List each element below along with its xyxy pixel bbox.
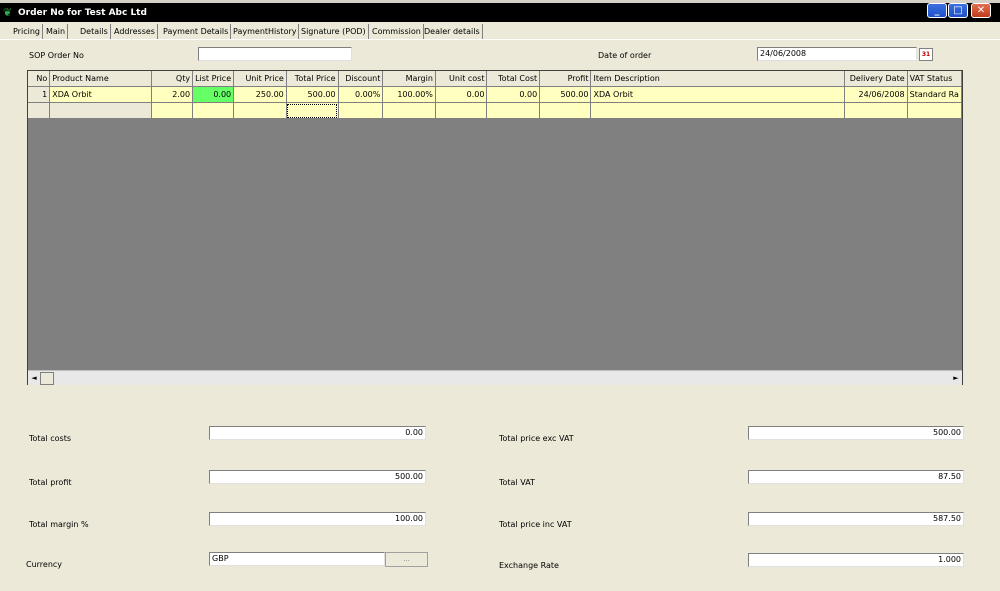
- col-header-discount[interactable]: Discount: [338, 71, 384, 87]
- price-exc-vat-label: Total price exc VAT: [499, 434, 574, 443]
- cell-product-name[interactable]: XDA Orbit: [49, 86, 152, 103]
- total-vat-label: Total VAT: [499, 478, 535, 487]
- cell-no: 1: [28, 86, 51, 103]
- cell-discount[interactable]: [338, 102, 384, 119]
- cell-unit-cost[interactable]: 0.00: [435, 86, 488, 103]
- col-header-unit-cost[interactable]: Unit cost: [435, 71, 488, 87]
- cell-list-price[interactable]: 0.00: [192, 86, 235, 103]
- tab-payment-history[interactable]: PaymentHistory: [231, 24, 300, 39]
- col-header-item-description[interactable]: Item Description: [590, 71, 845, 87]
- total-profit-label: Total profit: [29, 478, 72, 487]
- scroll-thumb[interactable]: [40, 372, 54, 385]
- cell-list-price[interactable]: [192, 102, 235, 119]
- calendar-icon[interactable]: 31: [919, 48, 933, 61]
- price-inc-vat-field[interactable]: 587.50: [748, 512, 964, 526]
- tab-signature-pod[interactable]: Signature (POD): [299, 24, 369, 39]
- col-header-vat-status[interactable]: VAT Status: [907, 71, 962, 87]
- total-profit-field[interactable]: 500.00: [209, 470, 426, 484]
- currency-field[interactable]: GBP: [209, 552, 385, 566]
- date-of-order-label: Date of order: [598, 51, 652, 60]
- price-inc-vat-label: Total price inc VAT: [499, 520, 572, 529]
- col-header-list-price[interactable]: List Price: [192, 71, 235, 87]
- cell-total-cost[interactable]: 0.00: [486, 86, 541, 103]
- cell-unit-price[interactable]: [233, 102, 287, 119]
- horizontal-scrollbar[interactable]: ◄ ►: [28, 370, 962, 385]
- scroll-left-icon[interactable]: ◄: [28, 372, 40, 384]
- cell-delivery-date[interactable]: [844, 102, 908, 119]
- total-margin-label: Total margin %: [29, 520, 89, 529]
- cell-vat-status[interactable]: Standard Ra: [907, 86, 962, 103]
- cell-profit[interactable]: 500.00: [539, 86, 592, 103]
- cell-total-cost[interactable]: [486, 102, 541, 119]
- tab-details[interactable]: Details: [78, 24, 111, 39]
- cell-no: [28, 102, 51, 119]
- cell-unit-price[interactable]: 250.00: [233, 86, 287, 103]
- cell-margin[interactable]: [382, 102, 436, 119]
- col-header-product-name[interactable]: Product Name: [49, 71, 152, 87]
- col-header-profit[interactable]: Profit: [539, 71, 592, 87]
- exchange-rate-label: Exchange Rate: [499, 561, 559, 570]
- total-margin-field[interactable]: 100.00: [209, 512, 426, 526]
- total-costs-field[interactable]: 0.00: [209, 426, 426, 440]
- date-of-order-input[interactable]: 24/06/2008: [757, 47, 917, 61]
- window-title: Order No for Test Abc Ltd: [18, 8, 147, 18]
- scroll-right-icon[interactable]: ►: [950, 372, 962, 384]
- cell-profit[interactable]: [539, 102, 592, 119]
- col-header-unit-price[interactable]: Unit Price: [233, 71, 287, 87]
- price-exc-vat-field[interactable]: 500.00: [748, 426, 964, 440]
- exchange-rate-field[interactable]: 1.000: [748, 553, 964, 567]
- cell-discount[interactable]: 0.00%: [338, 86, 384, 103]
- title-bar: ❦ Order No for Test Abc Ltd _ □ ✕: [0, 0, 1000, 22]
- tab-payment-details[interactable]: Payment Details: [161, 24, 232, 39]
- col-header-total-cost[interactable]: Total Cost: [486, 71, 541, 87]
- order-lines-table: No Product Name Qty List Price Unit Pric…: [28, 71, 962, 119]
- cell-qty[interactable]: [151, 102, 194, 119]
- total-costs-label: Total costs: [29, 434, 71, 443]
- cell-item-description[interactable]: XDA Orbit: [590, 86, 845, 103]
- total-vat-field[interactable]: 87.50: [748, 470, 964, 484]
- cell-unit-cost[interactable]: [435, 102, 488, 119]
- sop-order-input[interactable]: [198, 47, 352, 61]
- cell-total-price[interactable]: [286, 102, 339, 119]
- table-row[interactable]: 1 XDA Orbit 2.00 0.00 250.00 500.00 0.00…: [28, 86, 962, 103]
- tab-addresses[interactable]: Addresses: [112, 24, 158, 39]
- cell-total-price[interactable]: 500.00: [286, 86, 339, 103]
- col-header-delivery-date[interactable]: Delivery Date: [844, 71, 908, 87]
- tab-pricing[interactable]: Pricing: [11, 24, 43, 39]
- order-lines-grid: No Product Name Qty List Price Unit Pric…: [27, 70, 963, 385]
- cell-margin[interactable]: 100.00%: [382, 86, 436, 103]
- currency-label: Currency: [26, 560, 63, 569]
- cell-qty[interactable]: 2.00: [151, 86, 194, 103]
- currency-browse-button[interactable]: ...: [385, 552, 428, 567]
- maximize-button[interactable]: □: [948, 3, 968, 18]
- tab-strip: Pricing Main Details Addresses Payment D…: [0, 24, 1000, 39]
- sop-order-label: SOP Order No: [29, 51, 84, 60]
- col-header-qty[interactable]: Qty: [151, 71, 194, 87]
- tab-main[interactable]: Main: [44, 24, 69, 39]
- cell-delivery-date[interactable]: 24/06/2008: [844, 86, 908, 103]
- app-leaf-icon: ❦: [3, 6, 13, 19]
- cell-item-description[interactable]: [590, 102, 845, 119]
- tab-dealer-details[interactable]: Dealer details: [422, 24, 483, 39]
- close-button[interactable]: ✕: [971, 3, 991, 18]
- tab-commission[interactable]: Commission: [370, 24, 424, 39]
- cell-product-name[interactable]: [49, 102, 152, 119]
- minimize-button[interactable]: _: [927, 3, 947, 18]
- grid-header-row: No Product Name Qty List Price Unit Pric…: [28, 71, 962, 87]
- tab-divider: [0, 39, 1000, 40]
- col-header-total-price[interactable]: Total Price: [286, 71, 339, 87]
- cell-vat-status[interactable]: [907, 102, 962, 119]
- col-header-no[interactable]: No: [28, 71, 51, 87]
- table-row[interactable]: [28, 102, 962, 119]
- col-header-margin[interactable]: Margin: [382, 71, 436, 87]
